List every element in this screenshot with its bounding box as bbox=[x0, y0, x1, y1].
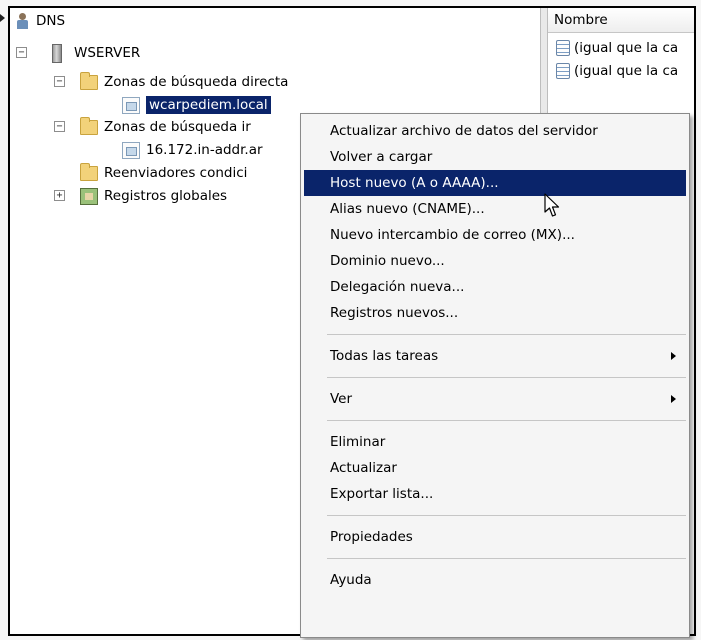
menu-item-properties[interactable]: Propiedades bbox=[304, 524, 686, 550]
menu-item-new-delegation[interactable]: Delegación nueva... bbox=[304, 274, 686, 300]
list-item-label: (igual que la ca bbox=[574, 62, 679, 79]
global-records-icon bbox=[80, 187, 98, 205]
tree-item-label: 16.172.in-addr.ar bbox=[146, 142, 263, 158]
tree-item-reverse-zones[interactable]: Zonas de búsqueda ir bbox=[80, 116, 251, 138]
menu-item-view[interactable]: Ver bbox=[304, 386, 686, 412]
tree-item-wcarpediem-local[interactable]: wcarpediem.local bbox=[122, 94, 271, 116]
tree-item-label: Reenviadores condici bbox=[104, 165, 248, 181]
menu-item-all-tasks[interactable]: Todas las tareas bbox=[304, 343, 686, 369]
collapse-toggle-icon[interactable]: − bbox=[54, 76, 65, 87]
menu-separator bbox=[327, 420, 686, 421]
mouse-cursor-icon bbox=[544, 193, 560, 217]
tree-item-label-selected: wcarpediem.local bbox=[146, 96, 271, 114]
menu-separator bbox=[327, 558, 686, 559]
menu-item-delete[interactable]: Eliminar bbox=[304, 429, 686, 455]
zone-icon bbox=[122, 96, 140, 114]
tree-item-label: WSERVER bbox=[74, 45, 141, 61]
tree-item-dns[interactable]: DNS bbox=[16, 10, 65, 32]
menu-item-export-list[interactable]: Exportar lista... bbox=[304, 481, 686, 507]
menu-item-new-domain[interactable]: Dominio nuevo... bbox=[304, 248, 686, 274]
collapsed-marker-icon bbox=[0, 14, 5, 22]
context-menu: Actualizar archivo de datos del servidor… bbox=[300, 113, 690, 638]
tree-item-label: Registros globales bbox=[104, 188, 228, 204]
collapse-toggle-icon[interactable]: − bbox=[16, 47, 27, 58]
tree-item-global-records[interactable]: Registros globales bbox=[80, 185, 227, 207]
tree-item-reverse-zone[interactable]: 16.172.in-addr.ar bbox=[122, 139, 263, 161]
collapse-toggle-icon[interactable]: − bbox=[54, 121, 65, 132]
folder-icon bbox=[80, 71, 98, 90]
server-icon bbox=[52, 43, 62, 63]
folder-icon bbox=[80, 116, 98, 135]
menu-separator bbox=[327, 515, 686, 516]
menu-separator bbox=[327, 377, 686, 378]
dns-icon bbox=[16, 12, 30, 30]
menu-item-help[interactable]: Ayuda bbox=[304, 567, 686, 593]
folder-icon bbox=[80, 162, 98, 181]
list-item-label: (igual que la ca bbox=[574, 39, 679, 56]
list-item[interactable]: (igual que la ca bbox=[548, 59, 694, 82]
submenu-arrow-icon bbox=[671, 395, 676, 403]
submenu-arrow-icon bbox=[671, 352, 676, 360]
tree-item-wserver[interactable]: WSERVER bbox=[52, 42, 140, 64]
tree-item-label: DNS bbox=[36, 13, 66, 29]
column-header-nombre[interactable]: Nombre bbox=[548, 8, 694, 33]
menu-item-refresh[interactable]: Actualizar bbox=[304, 455, 686, 481]
record-icon bbox=[556, 39, 570, 56]
menu-item-label: Todas las tareas bbox=[330, 348, 439, 364]
tree-item-conditional-forwarders[interactable]: Reenviadores condici bbox=[80, 162, 247, 184]
menu-separator bbox=[327, 334, 686, 335]
menu-item-update-server-data[interactable]: Actualizar archivo de datos del servidor bbox=[304, 118, 686, 144]
tree-item-label: Zonas de búsqueda ir bbox=[104, 119, 251, 135]
menu-item-label: Ver bbox=[330, 391, 353, 407]
tree-item-label: Zonas de búsqueda directa bbox=[104, 74, 289, 90]
menu-item-new-mail-exchanger[interactable]: Nuevo intercambio de correo (MX)... bbox=[304, 222, 686, 248]
menu-item-new-alias[interactable]: Alias nuevo (CNAME)... bbox=[304, 196, 686, 222]
expand-toggle-icon[interactable]: + bbox=[54, 190, 65, 201]
tree-item-forward-zones[interactable]: Zonas de búsqueda directa bbox=[80, 71, 288, 93]
menu-item-other-new-records[interactable]: Registros nuevos... bbox=[304, 300, 686, 326]
menu-item-new-host[interactable]: Host nuevo (A o AAAA)... bbox=[304, 170, 686, 196]
zone-icon bbox=[122, 141, 140, 159]
menu-item-reload[interactable]: Volver a cargar bbox=[304, 144, 686, 170]
record-icon bbox=[556, 62, 570, 79]
list-item[interactable]: (igual que la ca bbox=[548, 36, 694, 59]
